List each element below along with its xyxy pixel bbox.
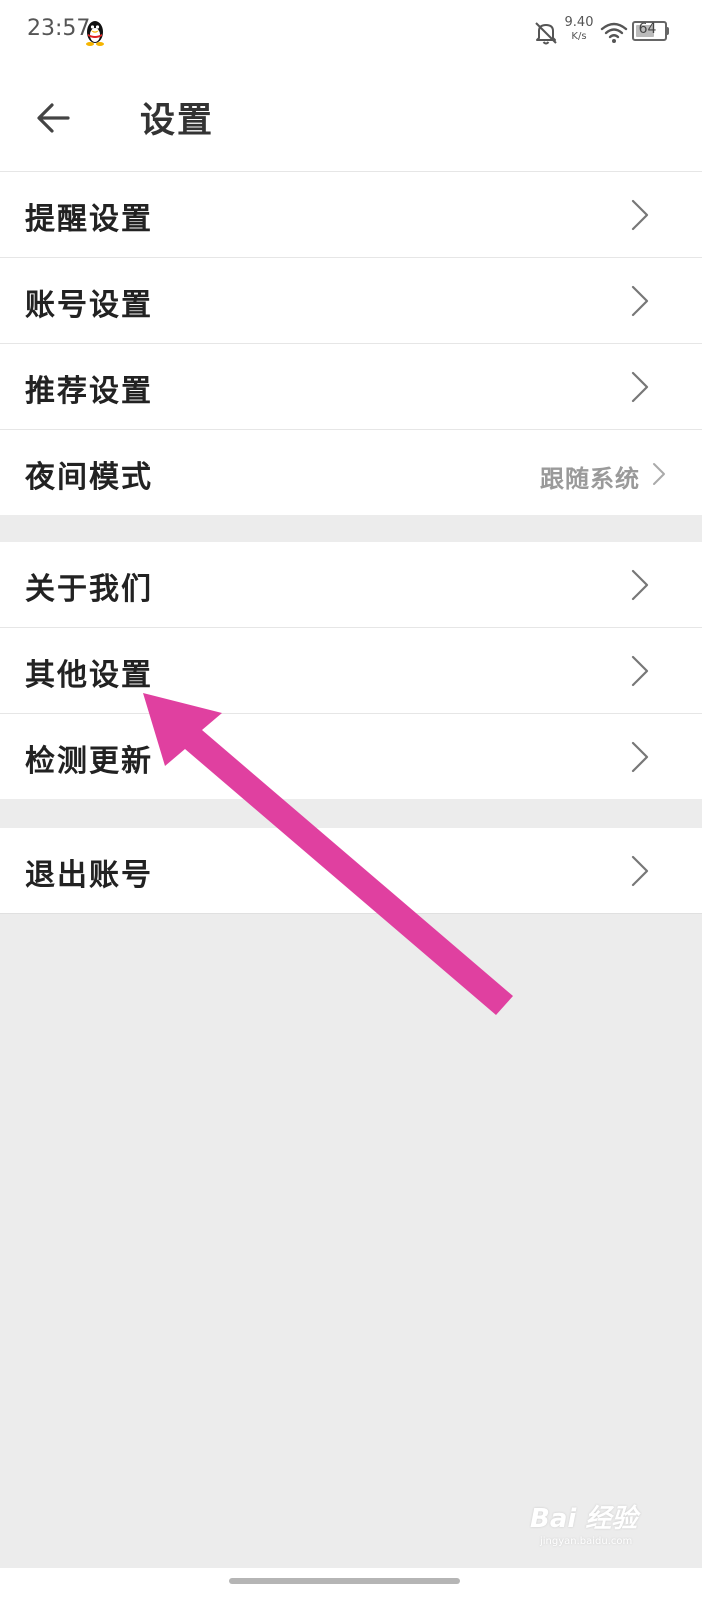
navigation-bar	[0, 1568, 702, 1600]
settings-item-label: 夜间模式	[25, 460, 153, 495]
settings-group-1: 提醒设置 账号设置 推荐设置 夜间模式 跟随系统	[0, 172, 702, 515]
chevron-right-icon	[631, 371, 649, 403]
arrow-left-icon[interactable]	[34, 98, 74, 138]
battery-level: 64	[638, 21, 657, 37]
settings-item-label: 推荐设置	[25, 374, 153, 409]
header-bar: 设置	[0, 64, 702, 172]
chevron-right-icon	[631, 285, 649, 317]
status-bar: 23:57 9.40 K/s 64	[0, 0, 702, 64]
baidu-watermark: Bai 经验 jingyan.baidu.com	[530, 1498, 680, 1558]
chevron-right-icon	[631, 199, 649, 231]
settings-item-night-mode[interactable]: 夜间模式 跟随系统	[0, 430, 702, 515]
chevron-right-icon	[631, 655, 649, 687]
network-speed-value: 9.40	[564, 15, 594, 30]
settings-item-label: 检测更新	[25, 744, 153, 779]
settings-item-label: 关于我们	[25, 572, 153, 607]
watermark-brand: Bai 经验	[530, 1504, 638, 1534]
settings-item-label: 账号设置	[25, 288, 153, 323]
network-speed-unit: K/s	[571, 31, 587, 42]
settings-item-about-us[interactable]: 关于我们	[0, 542, 702, 628]
watermark-url: jingyan.baidu.com	[540, 1536, 633, 1547]
status-time: 23:57	[27, 16, 91, 41]
network-speed: 9.40 K/s	[562, 16, 596, 42]
chevron-right-icon	[631, 569, 649, 601]
settings-item-label: 提醒设置	[25, 202, 153, 237]
settings-item-label: 退出账号	[25, 858, 153, 893]
qq-penguin-icon	[86, 21, 104, 46]
battery-icon: 64	[632, 21, 669, 41]
chevron-right-icon	[631, 855, 649, 887]
night-mode-value: 跟随系统	[540, 465, 640, 493]
chevron-right-icon	[653, 463, 665, 485]
page-title: 设置	[140, 101, 215, 141]
settings-item-label: 其他设置	[25, 658, 153, 693]
wifi-icon	[600, 22, 628, 43]
chevron-right-icon	[631, 741, 649, 773]
settings-item-recommend[interactable]: 推荐设置	[0, 344, 702, 430]
mute-bell-icon	[535, 22, 557, 45]
settings-item-account[interactable]: 账号设置	[0, 258, 702, 344]
annotation-arrow-icon	[143, 693, 513, 1015]
battery-tip	[666, 27, 669, 35]
settings-item-reminder[interactable]: 提醒设置	[0, 172, 702, 258]
home-indicator[interactable]	[229, 1578, 460, 1584]
